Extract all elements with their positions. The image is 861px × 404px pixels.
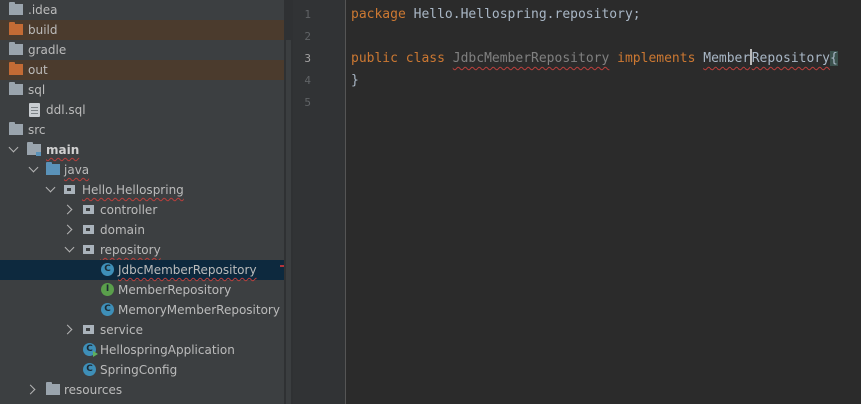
- package-icon: [83, 325, 94, 334]
- folder-icon: [9, 82, 23, 95]
- tree-item-label: out: [28, 63, 48, 77]
- keyword-public: public: [351, 51, 398, 66]
- tree-item-member-repository[interactable]: I MemberRepository: [0, 280, 284, 300]
- tree-item-spring-config[interactable]: C SpringConfig: [0, 360, 284, 380]
- tree-item-label: .idea: [28, 3, 58, 17]
- tree-item-label: repository: [100, 243, 161, 257]
- code-line-3[interactable]: public class JdbcMemberRepository implem…: [351, 48, 838, 70]
- tree-item-memory-member-repository[interactable]: C MemoryMemberRepository: [0, 300, 284, 320]
- tree-item-service[interactable]: service: [0, 320, 284, 340]
- source-marker-icon: [36, 152, 41, 156]
- java-class-icon: C: [101, 263, 114, 276]
- tree-item-label: MemberRepository: [118, 283, 232, 297]
- package-icon: [83, 245, 94, 254]
- interface-name-before-caret: Member: [703, 51, 751, 66]
- line-number-gutter: 1 2 3 4 5: [293, 0, 346, 404]
- sql-file-icon: [29, 103, 40, 117]
- line-number: 2: [304, 30, 311, 43]
- chevron-right-icon[interactable]: [25, 384, 36, 395]
- package-icon: [64, 185, 75, 194]
- tree-item-label: sql: [28, 83, 46, 97]
- tree-item-main[interactable]: main: [0, 140, 284, 160]
- java-class-icon: C: [101, 303, 114, 316]
- package-icon: [83, 205, 94, 214]
- java-class-icon: C: [83, 363, 96, 376]
- tree-item-label: Hello.Hellospring: [82, 183, 184, 197]
- class-name: JdbcMemberRepository: [452, 51, 610, 66]
- project-tree-panel: .idea build gradle out sql ddl.sql src m…: [0, 0, 284, 404]
- spring-boot-main-class-icon: C: [83, 343, 98, 357]
- chevron-right-icon[interactable]: [62, 324, 73, 335]
- folder-icon: [9, 42, 23, 55]
- folder-icon: [9, 122, 23, 135]
- tree-item-label: src: [28, 123, 46, 137]
- chevron-down-icon[interactable]: [8, 142, 19, 153]
- tree-item-hello-hellospring[interactable]: Hello.Hellospring: [0, 180, 284, 200]
- tree-item-build[interactable]: build: [0, 20, 284, 40]
- tree-item-label: service: [100, 323, 143, 337]
- package-name: Hello.Hellospring.repository;: [405, 7, 641, 22]
- tree-item-label: gradle: [28, 43, 67, 57]
- interface-name-after-caret: Repository: [751, 51, 830, 66]
- tree-item-label: controller: [100, 203, 158, 217]
- source-root-folder-icon: [46, 162, 60, 175]
- tree-item-label: build: [28, 23, 58, 37]
- open-brace: {: [830, 51, 838, 66]
- line-number: 1: [304, 8, 311, 21]
- folder-icon: [9, 2, 23, 15]
- folder-excluded-icon: [9, 62, 23, 75]
- tree-item-label: main: [46, 143, 80, 157]
- tree-item-label: JdbcMemberRepository: [118, 263, 257, 277]
- tree-item-label: HellospringApplication: [100, 343, 235, 357]
- chevron-right-icon[interactable]: [62, 224, 73, 235]
- code-line-1[interactable]: package Hello.Hellospring.repository;: [351, 4, 641, 26]
- tree-item-label: resources: [64, 383, 123, 397]
- tree-item-jdbc-member-repository[interactable]: C JdbcMemberRepository: [0, 260, 284, 280]
- tree-item-gradle[interactable]: gradle: [0, 40, 284, 60]
- line-number: 5: [304, 96, 311, 109]
- tree-item-resources[interactable]: resources: [0, 380, 284, 400]
- tree-item-ddl-sql[interactable]: ddl.sql: [0, 100, 284, 120]
- resources-folder-icon: [46, 382, 60, 395]
- tree-scrollbar[interactable]: [284, 0, 293, 404]
- scrollbar-thumb[interactable]: [286, 40, 291, 404]
- line-number: 4: [304, 74, 311, 87]
- keyword-package: package: [351, 7, 406, 22]
- keyword-class: class: [405, 51, 445, 66]
- tree-item-sql[interactable]: sql: [0, 80, 284, 100]
- tree-item-label: MemoryMemberRepository: [118, 303, 280, 317]
- tree-item-label: ddl.sql: [46, 103, 86, 117]
- keyword-implements: implements: [617, 51, 696, 66]
- java-interface-icon: I: [101, 283, 114, 296]
- tree-item-idea[interactable]: .idea: [0, 0, 284, 20]
- package-icon: [83, 225, 94, 234]
- code-editor[interactable]: package Hello.Hellospring.repository; pu…: [346, 0, 861, 404]
- chevron-down-icon[interactable]: [45, 182, 56, 193]
- tree-item-controller[interactable]: controller: [0, 200, 284, 220]
- tree-item-label: java: [64, 163, 90, 177]
- tree-item-hellospring-application[interactable]: C HellospringApplication: [0, 340, 284, 360]
- tree-item-label: domain: [100, 223, 145, 237]
- chevron-right-icon[interactable]: [62, 204, 73, 215]
- tree-item-java[interactable]: java: [0, 160, 284, 180]
- chevron-down-icon[interactable]: [64, 242, 75, 253]
- line-number-current: 3: [304, 52, 311, 65]
- code-line-4[interactable]: }: [351, 70, 359, 92]
- tree-item-domain[interactable]: domain: [0, 220, 284, 240]
- folder-excluded-icon: [9, 22, 23, 35]
- close-brace: }: [351, 73, 359, 88]
- tree-item-src[interactable]: src: [0, 120, 284, 140]
- tree-item-label: SpringConfig: [100, 363, 178, 377]
- chevron-down-icon[interactable]: [28, 162, 39, 173]
- tree-item-repository[interactable]: repository: [0, 240, 284, 260]
- tree-item-out[interactable]: out: [0, 60, 284, 80]
